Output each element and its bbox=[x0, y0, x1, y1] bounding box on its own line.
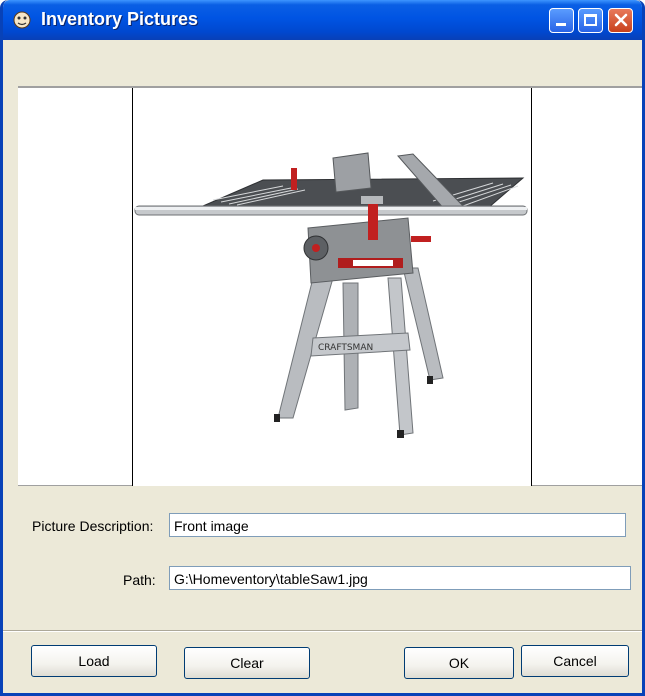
window-title: Inventory Pictures bbox=[41, 9, 199, 29]
load-button[interactable]: Load bbox=[31, 645, 157, 677]
maximize-icon bbox=[584, 14, 597, 26]
inventory-pictures-window: Inventory Pictures CRAFTSMAN Picture Des… bbox=[0, 0, 645, 696]
maximize-button[interactable] bbox=[578, 8, 603, 33]
button-divider bbox=[3, 630, 642, 632]
picture-panel: CRAFTSMAN bbox=[18, 86, 642, 486]
minimize-icon bbox=[556, 23, 566, 26]
picture-description-field[interactable]: Front image bbox=[169, 513, 626, 537]
path-field[interactable]: G:\Homeventory\tableSaw1.jpg bbox=[169, 566, 631, 590]
clear-button[interactable]: Clear bbox=[184, 647, 310, 679]
table-saw-photo: CRAFTSMAN bbox=[132, 88, 532, 486]
minimize-button[interactable] bbox=[549, 8, 574, 33]
ok-button[interactable]: OK bbox=[404, 647, 514, 679]
path-label: Path: bbox=[123, 572, 156, 588]
close-button[interactable] bbox=[608, 8, 633, 33]
close-icon bbox=[613, 12, 629, 33]
title-bar[interactable]: Inventory Pictures bbox=[3, 0, 642, 40]
picture-description-label: Picture Description: bbox=[32, 518, 154, 534]
app-icon bbox=[13, 11, 31, 29]
cancel-button[interactable]: Cancel bbox=[521, 645, 629, 677]
toolbar-strip bbox=[3, 40, 642, 84]
svg-text:CRAFTSMAN: CRAFTSMAN bbox=[318, 343, 373, 353]
